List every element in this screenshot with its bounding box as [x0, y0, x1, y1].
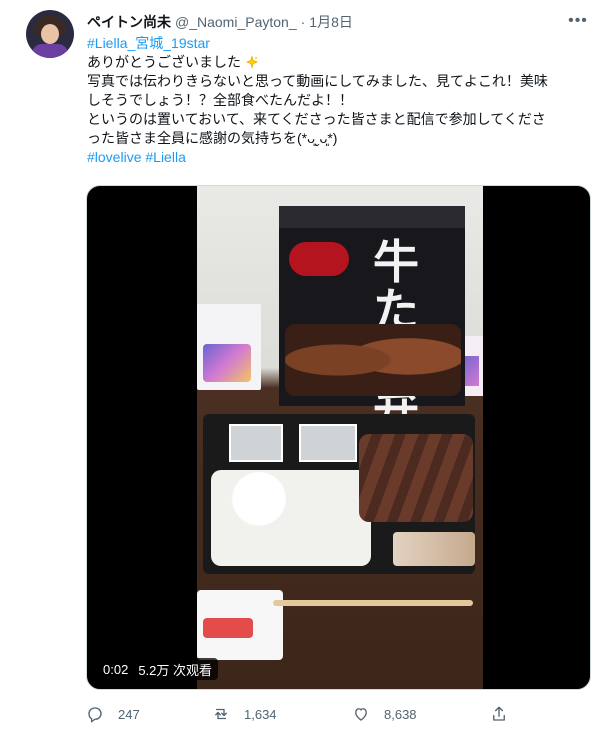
bento-tray — [203, 414, 475, 574]
snack-box-art — [203, 344, 251, 382]
pickle-cup-right — [299, 424, 357, 462]
video-frame: 牛たん弁当 — [197, 186, 483, 689]
separator-dot: · — [300, 14, 306, 30]
reply-button[interactable]: 247 — [86, 700, 140, 728]
text-line-3: しそうでしょう！？全部食べたんだよ！！ — [87, 92, 353, 108]
retweet-button[interactable]: 1,634 — [212, 700, 277, 728]
video-time: 0:02 — [103, 661, 129, 677]
grilled-beef-tongue — [359, 434, 473, 522]
video-info-overlay: 0:02 5.2万 次观看 — [97, 658, 218, 680]
tweet-text: #Liella_宮城_19star ありがとうございました 写真では伝わりきらな… — [87, 34, 592, 167]
reply-count: 247 — [118, 706, 140, 722]
text-line-4: というのは置いておいて、来てくださった皆さまと配信で参加してくださ — [87, 111, 546, 127]
more-icon[interactable]: ••• — [567, 10, 589, 32]
retweet-count: 1,634 — [244, 706, 277, 722]
rice — [211, 470, 371, 566]
pickle-cup-left — [229, 424, 283, 462]
tweet-actions: 247 1,634 8,638 — [86, 700, 516, 728]
reply-icon — [88, 707, 102, 723]
tweet-header: ペイトン尚未 @_Naomi_Payton_ · 1月8日 — [87, 12, 353, 32]
like-icon — [355, 708, 367, 721]
video-player[interactable]: 牛たん弁当 0:02 5.2万 次观看 — [86, 185, 591, 690]
display-name[interactable]: ペイトン尚未 — [87, 12, 171, 32]
wet-towel-logo — [203, 618, 253, 638]
like-count: 8,638 — [384, 706, 417, 722]
avatar-face — [41, 24, 59, 44]
retweet-icon — [215, 708, 227, 720]
like-button[interactable]: 8,638 — [352, 700, 417, 728]
avatar-outfit — [32, 44, 68, 58]
chopsticks — [273, 600, 473, 606]
text-line-5: った皆さま全員に感謝の気持ちを(*ᴗ͈ˬᴗ͈*) — [87, 130, 338, 146]
hashtag-liella[interactable]: #Liella — [145, 149, 185, 165]
text-line-1: ありがとうございました — [87, 54, 241, 70]
sparkle-icon — [245, 55, 258, 69]
share-button[interactable] — [490, 700, 508, 728]
avatar[interactable] — [26, 10, 74, 58]
snack-box-left — [197, 304, 261, 390]
text-line-2: 写真では伝わりきらないと思って動画にしてみました、見てよこれ！美味 — [87, 73, 548, 89]
wet-towel-pack — [197, 590, 283, 660]
video-views: 5.2万 次观看 — [138, 662, 212, 678]
bento-box: 牛たん弁当 — [279, 206, 465, 478]
user-handle[interactable]: @_Naomi_Payton_ — [175, 14, 297, 30]
share-icon — [493, 706, 505, 721]
seasoning-sachet — [393, 532, 475, 566]
tweet[interactable]: ペイトン尚未 @_Naomi_Payton_ · 1月8日 ••• #Liell… — [0, 0, 599, 736]
hashtag-lovelive[interactable]: #lovelive — [87, 149, 141, 165]
bento-box-brush-text: 牛たん弁当 — [373, 235, 419, 478]
hashtag-liella-miyagi[interactable]: #Liella_宮城_19star — [87, 35, 210, 51]
timestamp[interactable]: 1月8日 — [309, 12, 353, 32]
bento-box-red-seal — [289, 242, 349, 276]
bento-box-top-band — [279, 206, 465, 228]
bento-box-meat-image — [285, 324, 461, 396]
